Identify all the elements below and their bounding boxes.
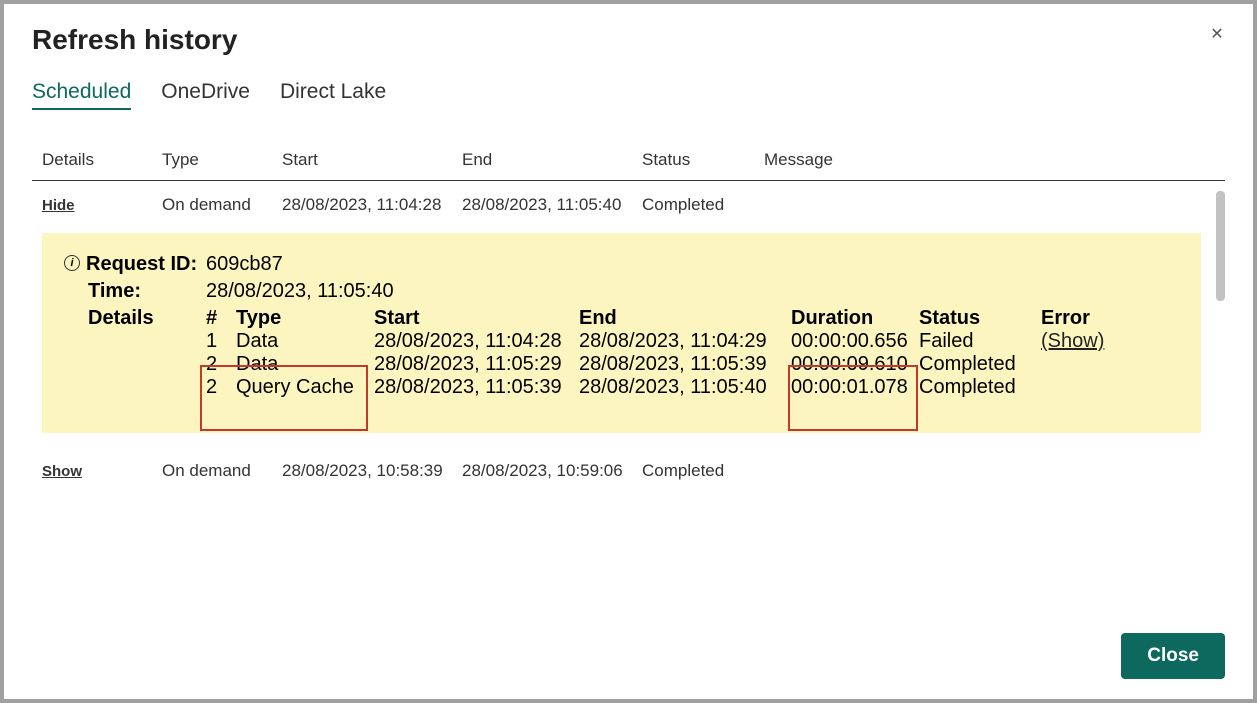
close-icon[interactable]: ✕ bbox=[1205, 22, 1229, 46]
tab-scheduled[interactable]: Scheduled bbox=[32, 80, 131, 110]
header-message: Message bbox=[764, 150, 1221, 170]
detail-row: 2 Data 28/08/2023, 11:05:29 28/08/2023, … bbox=[206, 353, 1191, 376]
header-start: Start bbox=[282, 150, 462, 170]
row-end: 28/08/2023, 11:05:40 bbox=[462, 195, 642, 215]
row-start: 28/08/2023, 10:58:39 bbox=[282, 461, 462, 481]
tab-onedrive[interactable]: OneDrive bbox=[161, 80, 250, 110]
header-end: End bbox=[462, 150, 642, 170]
dh-end: End bbox=[579, 307, 791, 330]
detail-row: 1 Data 28/08/2023, 11:04:28 28/08/2023, … bbox=[206, 330, 1191, 353]
time-label: Time: bbox=[64, 280, 206, 303]
toggle-hide-link[interactable]: Hide bbox=[42, 197, 75, 214]
header-details: Details bbox=[42, 150, 162, 170]
dh-num: # bbox=[206, 307, 236, 330]
details-label: Details bbox=[64, 307, 206, 399]
request-id-label: i Request ID: bbox=[64, 253, 206, 276]
time-value: 28/08/2023, 11:05:40 bbox=[206, 280, 394, 303]
row-start: 28/08/2023, 11:04:28 bbox=[282, 195, 462, 215]
tabs: Scheduled OneDrive Direct Lake bbox=[32, 80, 1225, 110]
info-icon: i bbox=[64, 255, 80, 271]
row-type: On demand bbox=[162, 195, 282, 215]
toggle-show-link[interactable]: Show bbox=[42, 463, 82, 480]
dh-type: Type bbox=[236, 307, 374, 330]
history-row: Hide On demand 28/08/2023, 11:04:28 28/0… bbox=[32, 181, 1225, 229]
row-type: On demand bbox=[162, 461, 282, 481]
history-header: Details Type Start End Status Message bbox=[32, 142, 1225, 181]
tab-direct-lake[interactable]: Direct Lake bbox=[280, 80, 386, 110]
history-scroll[interactable]: Hide On demand 28/08/2023, 11:04:28 28/0… bbox=[32, 181, 1225, 623]
scrollbar[interactable] bbox=[1216, 191, 1225, 301]
dialog-title: Refresh history bbox=[32, 24, 1225, 56]
detail-panel: i Request ID: 609cb87 Time: 28/08/2023, … bbox=[42, 233, 1201, 433]
header-type: Type bbox=[162, 150, 282, 170]
detail-row: 2 Query Cache 28/08/2023, 11:05:39 28/08… bbox=[206, 376, 1191, 399]
request-id-value: 609cb87 bbox=[206, 253, 283, 276]
row-end: 28/08/2023, 10:59:06 bbox=[462, 461, 642, 481]
dh-start: Start bbox=[374, 307, 579, 330]
dh-error: Error bbox=[1041, 307, 1121, 330]
history-row: Show On demand 28/08/2023, 10:58:39 28/0… bbox=[32, 447, 1225, 495]
error-show-link[interactable]: (Show) bbox=[1041, 330, 1104, 352]
close-button[interactable]: Close bbox=[1121, 633, 1225, 679]
refresh-history-dialog: ✕ Refresh history Scheduled OneDrive Dir… bbox=[4, 4, 1253, 699]
header-status: Status bbox=[642, 150, 764, 170]
dh-duration: Duration bbox=[791, 307, 919, 330]
dh-status: Status bbox=[919, 307, 1041, 330]
dialog-footer: Close bbox=[32, 623, 1225, 679]
detail-table-header: # Type Start End Duration Status Error bbox=[206, 307, 1191, 330]
row-status: Completed bbox=[642, 195, 764, 215]
row-status: Completed bbox=[642, 461, 764, 481]
